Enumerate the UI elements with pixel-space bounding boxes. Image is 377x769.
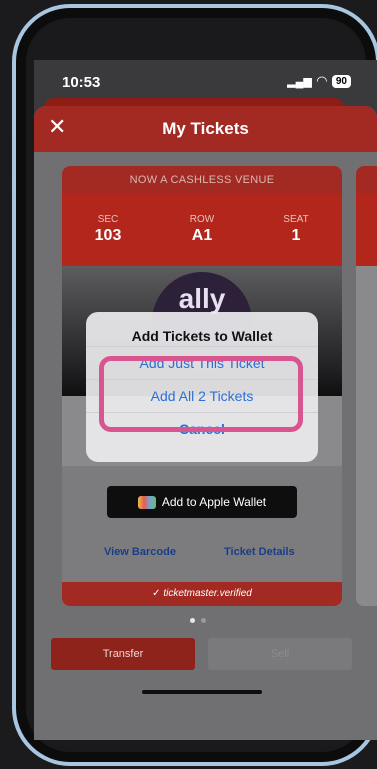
wallet-icon: [137, 495, 156, 509]
page-dot: [201, 618, 206, 623]
side-button: [8, 193, 12, 253]
wifi-icon: ◠: [316, 73, 327, 88]
seat-value: 1: [291, 227, 301, 244]
row-value: A1: [191, 227, 213, 244]
dialog-title: Add Tickets to Wallet: [131, 328, 273, 344]
row-label: ROW: [189, 214, 215, 225]
signal-icon: ▂▄▆: [287, 75, 312, 88]
section-value: 103: [94, 227, 122, 244]
highlight-outline: [99, 356, 303, 432]
battery-icon: 90: [331, 74, 351, 88]
side-button: [8, 138, 12, 172]
sell-button[interactable]: Sell: [208, 638, 352, 670]
next-ticket-card[interactable]: [356, 166, 377, 606]
verified-text: ticketmaster.verified: [163, 588, 252, 599]
seat-label: SEAT: [283, 214, 309, 225]
home-indicator: [142, 690, 262, 694]
page-title: My Tickets: [162, 119, 249, 138]
section-label: SEC: [97, 214, 119, 225]
row-info: ROW A1: [162, 214, 242, 245]
section-info: SEC 103: [68, 214, 148, 245]
page-indicator: [190, 618, 206, 623]
seat-info: SEC 103 ROW A1 SEAT 1: [62, 194, 342, 266]
nav-bar: ✕ My Tickets: [34, 106, 377, 152]
cashless-banner: NOW A CASHLESS VENUE: [62, 166, 342, 194]
wallet-button-label: Add to Apple Wallet: [161, 495, 267, 509]
add-to-apple-wallet-button[interactable]: Add to Apple Wallet: [107, 486, 297, 518]
page-dot-active: [190, 618, 195, 623]
card-actions: Add to Apple Wallet View Barcode Ticket …: [62, 466, 342, 606]
verified-strip: ✓ ticketmaster.verified: [62, 582, 342, 606]
transfer-button[interactable]: Transfer: [51, 638, 195, 670]
status-icons: ▂▄▆ ◠ 90: [287, 73, 351, 89]
view-barcode-link[interactable]: View Barcode: [104, 546, 176, 558]
ticket-details-link[interactable]: Ticket Details: [224, 546, 295, 558]
side-button: [8, 263, 12, 323]
verified-icon: ✓: [152, 588, 164, 599]
status-time: 10:53: [62, 74, 101, 91]
seat-info-col: SEAT 1: [256, 214, 336, 245]
